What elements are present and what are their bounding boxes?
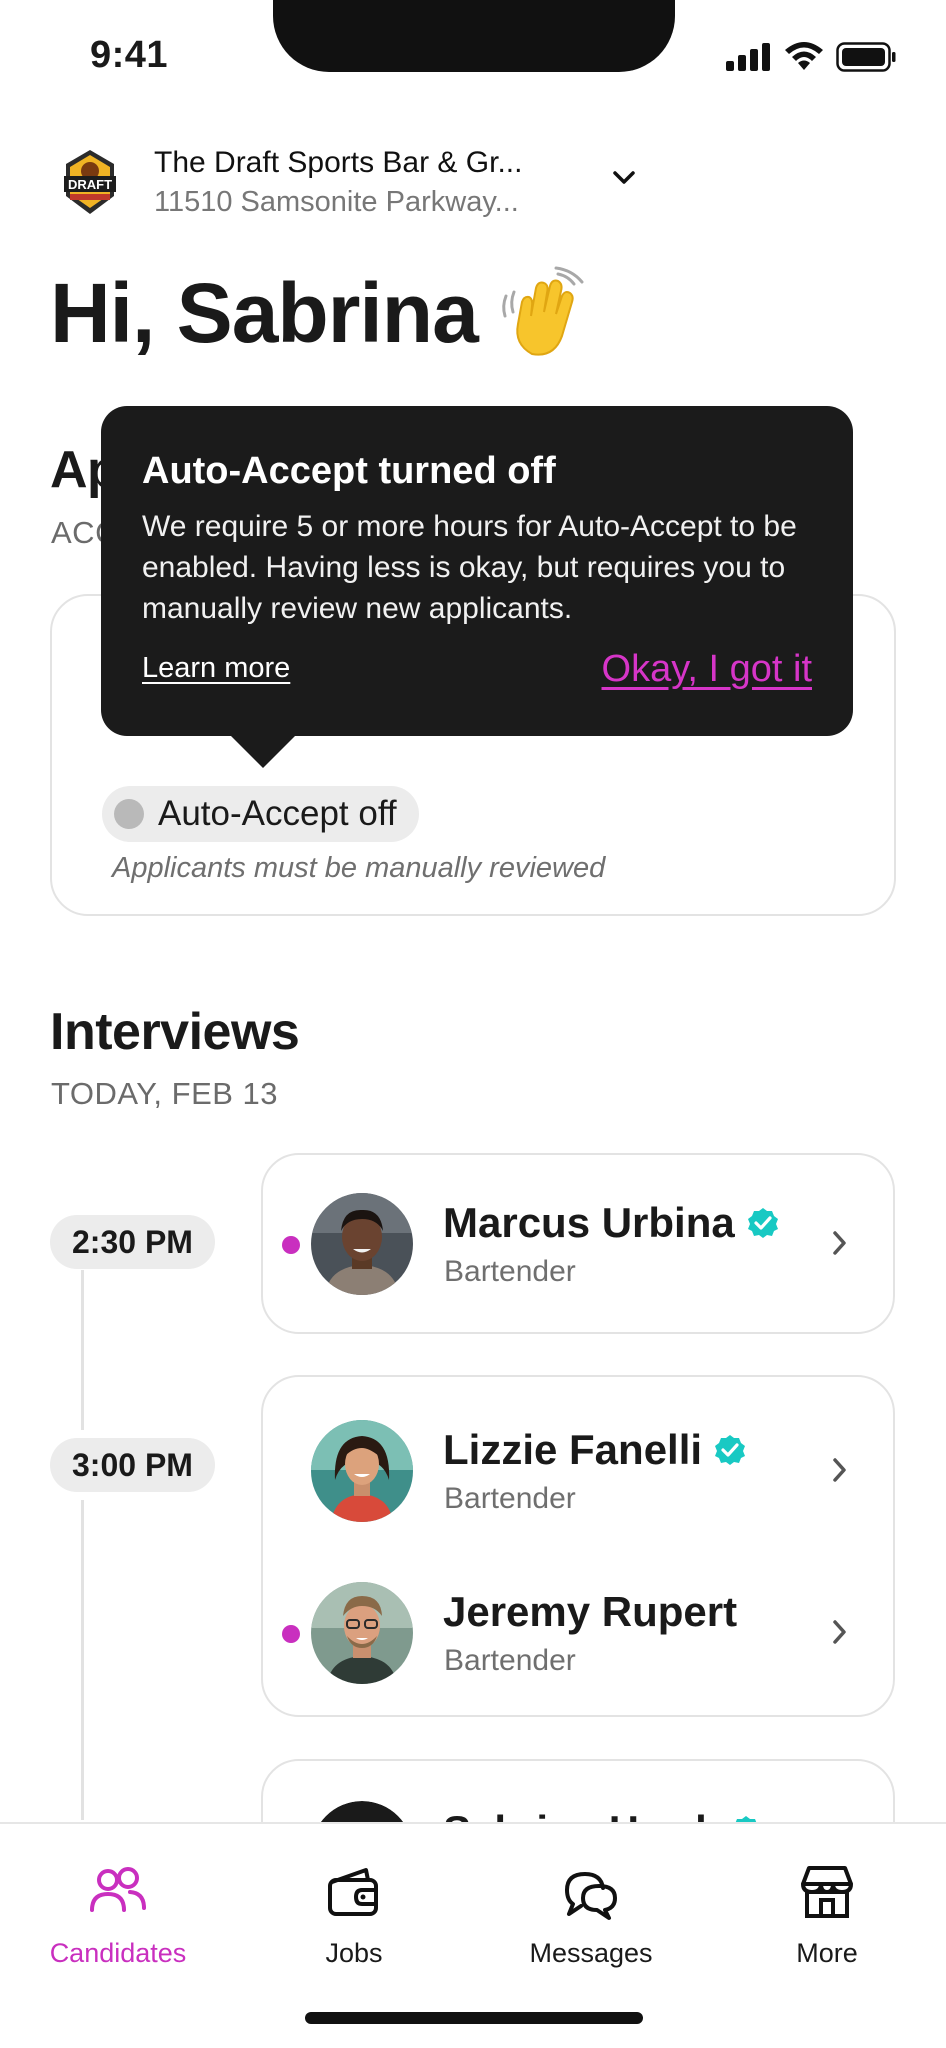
okay-got-it-button[interactable]: Okay, I got it — [602, 648, 812, 691]
candidate-name: Lizzie Fanelli — [443, 1426, 703, 1473]
nav-label: Jobs — [325, 1938, 383, 1968]
candidate-name-wrap: Jeremy Rupert — [443, 1588, 737, 1636]
unread-indicator — [282, 1625, 300, 1643]
avatar — [311, 1193, 413, 1295]
auto-accept-label: Auto-Accept off — [158, 794, 397, 833]
tooltip-arrow — [229, 734, 297, 768]
greeting-heading: Hi, Sabrina — [50, 265, 592, 362]
nav-item-jobs[interactable]: Jobs — [254, 1860, 454, 1969]
candidate-name-wrap: Lizzie Fanelli — [443, 1426, 746, 1474]
candidate-role: Bartender — [444, 1255, 576, 1288]
auto-accept-status-badge: Auto-Accept off — [102, 786, 419, 842]
interviews-heading: Interviews — [50, 1003, 300, 1061]
tooltip-title: Auto-Accept turned off — [142, 450, 556, 492]
unread-indicator — [282, 1236, 300, 1254]
candidate-name: Jeremy Rupert — [443, 1588, 738, 1635]
candidate-row[interactable]: Jeremy Rupert Bartender — [263, 1578, 897, 1688]
svg-text:DRAFT: DRAFT — [68, 177, 112, 192]
people-icon — [90, 1867, 146, 1912]
candidate-row[interactable]: Lizzie Fanelli Bartender — [263, 1416, 897, 1526]
time-slot-badge: 3:00 PM — [50, 1438, 215, 1492]
candidate-name: Marcus Urbina — [443, 1199, 735, 1246]
chevron-right-icon — [833, 1458, 846, 1482]
status-dot — [114, 799, 144, 829]
business-address: 11510 Samsonite Parkway... — [154, 185, 519, 218]
interview-card: Lizzie Fanelli Bartender Jeremy Rupert B… — [261, 1375, 895, 1717]
business-logo: DRAFT — [64, 150, 116, 214]
auto-accept-tooltip: Auto-Accept turned off We require 5 or m… — [101, 406, 853, 768]
waving-hand-icon — [502, 266, 584, 356]
avatar — [311, 1420, 413, 1522]
tooltip-body: We require 5 or more hours for Auto-Acce… — [142, 510, 797, 625]
device-notch — [273, 0, 675, 72]
candidate-role: Bartender — [444, 1644, 576, 1677]
wifi-icon — [785, 42, 823, 70]
candidate-row[interactable]: Marcus Urbina Bartender — [263, 1189, 897, 1299]
verified-check-icon — [715, 1435, 746, 1465]
timeline-line — [81, 1500, 84, 1820]
interviews-date: TODAY, FEB 13 — [51, 1076, 279, 1111]
nav-item-messages[interactable]: Messages — [491, 1860, 691, 1969]
cellular-signal-icon — [726, 43, 770, 71]
nav-label: More — [796, 1938, 858, 1968]
status-bar: 9:41 — [0, 0, 946, 110]
nav-item-more[interactable]: More — [727, 1860, 927, 1969]
status-time: 9:41 — [90, 34, 169, 76]
avatar — [311, 1582, 413, 1684]
nav-item-candidates[interactable]: Candidates — [18, 1860, 218, 1969]
chevron-right-icon — [833, 1620, 846, 1644]
storefront-icon — [801, 1866, 853, 1918]
wallet-icon — [328, 1868, 378, 1916]
time-slot-badge: 2:30 PM — [50, 1215, 215, 1269]
timeline-line — [81, 1270, 84, 1430]
greeting-text: Hi, Sabrina — [50, 266, 479, 360]
verified-check-icon — [747, 1208, 778, 1238]
business-name: The Draft Sports Bar & Gr... — [154, 145, 523, 179]
chat-bubbles-icon — [565, 1871, 617, 1920]
candidate-name-wrap: Marcus Urbina — [443, 1199, 779, 1247]
chevron-right-icon — [833, 1231, 846, 1255]
home-indicator — [305, 2012, 643, 2024]
learn-more-link[interactable]: Learn more — [142, 652, 290, 685]
battery-icon — [836, 42, 896, 72]
interview-card: Marcus Urbina Bartender — [261, 1153, 895, 1334]
candidate-role: Bartender — [444, 1482, 576, 1515]
auto-accept-description: Applicants must be manually reviewed — [112, 852, 606, 884]
status-icons — [726, 42, 896, 72]
nav-label: Candidates — [49, 1938, 187, 1968]
chevron-down-icon[interactable] — [612, 170, 636, 186]
business-selector[interactable]: DRAFT The Draft Sports Bar & Gr... 11510… — [52, 140, 635, 224]
nav-label: Messages — [529, 1938, 653, 1968]
